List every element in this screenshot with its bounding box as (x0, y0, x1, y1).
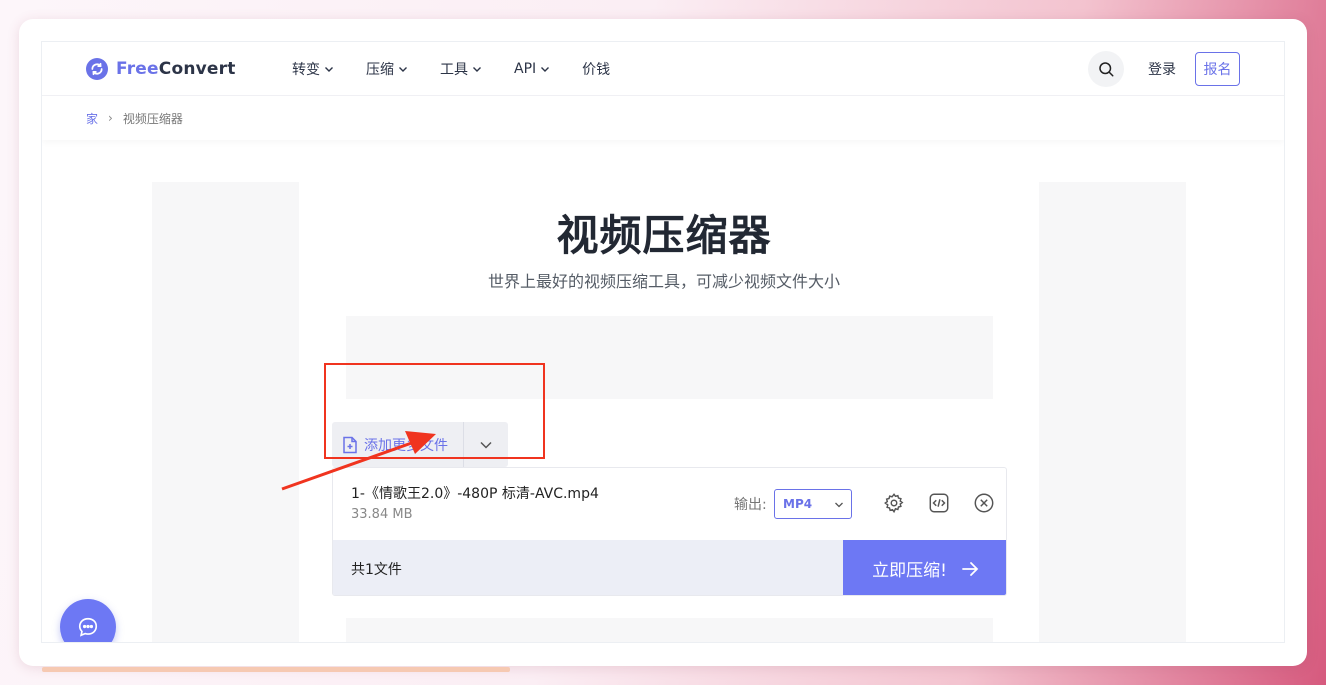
chevron-down-icon (325, 67, 333, 72)
login-link[interactable]: 登录 (1148, 59, 1176, 79)
logo[interactable]: FreeConvert (86, 58, 236, 80)
breadcrumb-home-link[interactable]: 家 (86, 110, 98, 127)
logo-text: FreeConvert (116, 59, 236, 79)
nav-item-tools[interactable]: 工具 (440, 59, 482, 79)
chat-button[interactable] (60, 599, 116, 642)
file-card: 1-《情歌王2.0》-480P 标清-AVC.mp4 33.84 MB 输出: … (332, 467, 1007, 596)
compress-now-button[interactable]: 立即压缩! (843, 540, 1006, 595)
chat-bubble-icon (78, 617, 98, 637)
file-size: 33.84 MB (351, 507, 413, 522)
nav-item-convert[interactable]: 转变 (292, 59, 334, 79)
gear-icon (884, 493, 904, 514)
embed-code-button[interactable] (927, 491, 951, 515)
compress-label: 立即压缩! (872, 561, 947, 581)
nav-item-pricing[interactable]: 价钱 (582, 59, 610, 79)
nav-item-compress[interactable]: 压缩 (366, 59, 408, 79)
breadcrumb-current: 视频压缩器 (122, 111, 183, 126)
file-name: 1-《情歌王2.0》-480P 标清-AVC.mp4 (351, 486, 599, 502)
remove-file-button[interactable] (972, 491, 996, 515)
chevron-down-icon (473, 67, 481, 72)
file-add-icon (343, 436, 357, 453)
search-icon (1099, 62, 1114, 77)
chevron-down-icon (480, 441, 492, 449)
arrow-right-icon (962, 561, 979, 576)
browser-window: FreeConvert 转变 压缩 工具 API 价钱 登录 报名 家 › 视频… (19, 19, 1307, 666)
add-more-files-group: 添加更多文件 (332, 422, 508, 467)
page-frame: FreeConvert 转变 压缩 工具 API 价钱 登录 报名 家 › 视频… (41, 41, 1285, 643)
nav-label: 转变 (292, 62, 320, 78)
output-format-value: MP4 (783, 497, 813, 511)
page-subtitle: 世界上最好的视频压缩工具，可减少视频文件大小 (487, 272, 840, 291)
nav-label: API (514, 61, 537, 77)
logo-refresh-icon (86, 58, 108, 80)
search-button[interactable] (1088, 51, 1124, 87)
card-footer: 共1文件 立即压缩! (333, 540, 1006, 595)
add-more-files-label: 添加更多文件 (364, 437, 448, 454)
add-more-files-button[interactable]: 添加更多文件 (332, 422, 463, 467)
progress-strip (42, 667, 510, 672)
signup-button[interactable]: 报名 (1195, 52, 1240, 86)
nav-label: 工具 (440, 62, 468, 78)
site-header: FreeConvert 转变 压缩 工具 API 价钱 登录 报名 (42, 42, 1284, 96)
file-count: 共1文件 (351, 562, 402, 578)
nav-label: 压缩 (366, 62, 394, 78)
breadcrumb-chevron-right-icon: › (108, 111, 113, 125)
chevron-down-icon (835, 502, 843, 508)
output-label: 输出: (734, 497, 767, 513)
chevron-down-icon (541, 67, 550, 72)
settings-button[interactable] (882, 491, 906, 515)
chevron-down-icon (399, 67, 407, 72)
code-icon (929, 493, 949, 513)
close-circle-icon (974, 493, 994, 513)
bottom-ad-placeholder (346, 618, 993, 642)
main-nav: 转变 压缩 工具 API 价钱 (292, 42, 642, 96)
nav-label: 价钱 (582, 62, 611, 78)
breadcrumb: 家 › 视频压缩器 (42, 96, 1284, 140)
output-format-select[interactable]: MP4 (774, 489, 852, 519)
nav-item-api[interactable]: API (514, 61, 550, 77)
top-ad-placeholder (346, 316, 993, 399)
add-files-dropdown-toggle[interactable] (463, 422, 508, 467)
page-title: 视频压缩器 (556, 211, 772, 260)
